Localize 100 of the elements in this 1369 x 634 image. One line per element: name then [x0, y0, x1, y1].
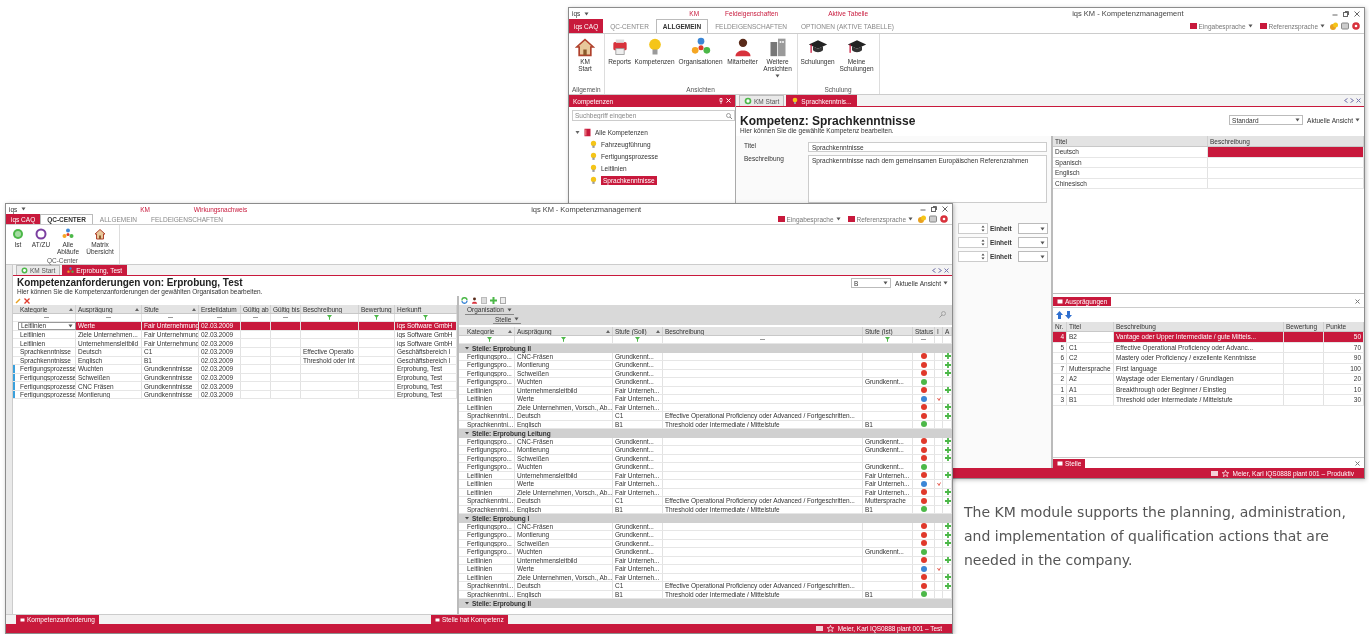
language-flag-icon [1259, 23, 1267, 29]
spin-icon[interactable] [981, 253, 985, 261]
plus-icon[interactable] [945, 582, 951, 589]
restore-icon[interactable] [1343, 10, 1349, 17]
panel-icon [20, 617, 25, 622]
caret-icon [908, 217, 913, 221]
caret-icon [1040, 254, 1045, 259]
dash-icon [253, 316, 258, 320]
bulb-icon [589, 152, 598, 161]
house-icon [94, 228, 106, 240]
caret-icon [1040, 240, 1045, 245]
page-heading: Kompetenz: Sprachkenntnisse [740, 115, 916, 127]
panel-icon [1057, 460, 1063, 466]
caret-icon [943, 281, 948, 285]
next-icon[interactable] [1350, 98, 1354, 103]
close-icon[interactable] [1356, 98, 1361, 103]
close-icon[interactable] [1354, 10, 1360, 17]
plus-icon[interactable] [945, 557, 951, 564]
filter-icon [487, 337, 492, 343]
plus-icon[interactable] [945, 404, 951, 411]
search-icon[interactable] [939, 311, 946, 319]
close-icon[interactable] [942, 206, 948, 212]
arrow-down-icon[interactable] [1065, 311, 1072, 320]
panel-icon [434, 617, 440, 622]
plus-icon[interactable] [945, 361, 951, 368]
monitor-icon [815, 626, 823, 631]
plus-icon[interactable] [945, 438, 951, 445]
spin-icon[interactable] [981, 225, 985, 233]
new-icon[interactable] [15, 297, 21, 304]
close-icon[interactable] [1355, 299, 1360, 305]
check-icon [937, 566, 941, 571]
caret-icon [1295, 118, 1301, 122]
coins-icon[interactable] [1330, 22, 1338, 30]
plus-icon[interactable] [945, 387, 951, 394]
plus-icon[interactable] [945, 472, 951, 479]
dash-icon [167, 316, 173, 320]
plus-icon[interactable] [945, 540, 951, 547]
plus-icon[interactable] [945, 497, 951, 504]
dash-icon [760, 338, 765, 342]
help-icon[interactable] [1352, 22, 1360, 30]
number-field[interactable] [958, 223, 988, 235]
delete-icon[interactable] [24, 297, 30, 304]
dash-icon [44, 316, 49, 320]
filter-icon [374, 315, 379, 321]
window-icon[interactable] [1341, 22, 1349, 30]
unit-select[interactable] [1018, 223, 1048, 235]
unit-select[interactable] [1018, 251, 1048, 263]
close-icon[interactable] [944, 267, 949, 273]
caret-icon [68, 323, 73, 328]
check-icon [937, 481, 941, 486]
plus-icon[interactable] [945, 455, 951, 462]
previous-icon[interactable] [932, 267, 936, 273]
plus-icon[interactable] [945, 370, 951, 377]
quick-access-caret-icon [584, 11, 590, 16]
bulb-icon [791, 97, 800, 105]
minimize-icon[interactable] [920, 206, 926, 212]
filter-icon [423, 315, 428, 321]
plus-icon[interactable] [945, 446, 951, 453]
start-icon [21, 267, 28, 274]
window-icon[interactable] [929, 215, 937, 223]
start-icon [744, 97, 752, 105]
caption-text: The KM module supports the planning, administration, and implementation of qualification actions that are needed in the company. [964, 503, 1347, 570]
circles-icon [690, 37, 711, 57]
unit-select[interactable] [1018, 237, 1048, 249]
help-icon[interactable] [940, 215, 948, 223]
bulb-icon [589, 176, 598, 185]
language-flag-icon [1189, 23, 1197, 29]
plus-icon[interactable] [945, 574, 951, 581]
caret-icon [1320, 24, 1325, 28]
document-icon[interactable] [500, 297, 506, 305]
dash-icon [921, 338, 926, 342]
caret-icon [1040, 226, 1045, 231]
person-icon[interactable] [471, 297, 478, 305]
number-field[interactable] [958, 251, 988, 263]
filter-icon [561, 337, 566, 343]
pin-icon[interactable] [719, 98, 723, 104]
expand-icon [575, 130, 580, 135]
spin-icon[interactable] [981, 239, 985, 247]
language-flag-icon [777, 216, 785, 222]
plus-icon[interactable] [490, 297, 497, 305]
plus-icon[interactable] [945, 353, 951, 360]
plus-icon[interactable] [945, 412, 951, 419]
next-icon[interactable] [938, 267, 942, 273]
coins-icon[interactable] [918, 215, 926, 223]
arrow-up-icon[interactable] [1056, 311, 1063, 320]
close-icon[interactable] [1355, 460, 1360, 466]
refresh-icon[interactable] [461, 297, 468, 305]
check-icon [937, 396, 941, 401]
filter-icon [885, 337, 890, 343]
plus-icon[interactable] [945, 523, 951, 530]
plus-icon[interactable] [945, 531, 951, 538]
restore-icon[interactable] [931, 206, 937, 212]
language-flag-icon [847, 216, 855, 222]
filter-icon [635, 337, 640, 343]
caret-icon [1355, 118, 1360, 122]
number-field[interactable] [958, 237, 988, 249]
previous-icon[interactable] [1344, 98, 1348, 103]
house-icon [575, 37, 595, 57]
plus-icon[interactable] [945, 489, 951, 496]
circle-icon [12, 228, 24, 240]
